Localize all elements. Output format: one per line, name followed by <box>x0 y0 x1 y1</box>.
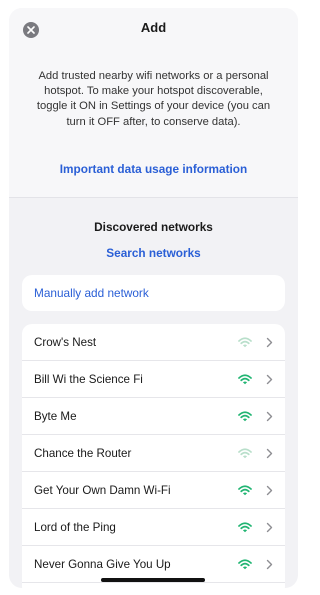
chevron-right-icon <box>266 485 273 495</box>
home-indicator <box>101 578 205 582</box>
network-row[interactable]: Get Your Own Damn Wi-Fi <box>22 472 285 509</box>
network-row[interactable]: Crow's Nest <box>22 324 285 361</box>
sheet-title: Add <box>140 20 167 35</box>
intro-panel: Add Add trusted nearby wifi networks or … <box>9 8 298 197</box>
manually-add-network-label: Manually add network <box>34 286 149 300</box>
data-usage-link[interactable]: Important data usage information <box>9 162 298 176</box>
wifi-signal-icon <box>238 484 252 495</box>
wifi-signal-icon <box>238 558 252 569</box>
intro-description: Add trusted nearby wifi networks or a pe… <box>36 70 271 128</box>
wifi-signal-icon <box>238 521 252 532</box>
wifi-signal-icon <box>238 373 252 384</box>
network-name: Get Your Own Damn Wi-Fi <box>34 483 171 497</box>
chevron-right-icon <box>266 337 273 347</box>
network-name: Never Gonna Give You Up <box>34 557 171 571</box>
network-row[interactable]: Chance the Router <box>22 435 285 472</box>
network-name: Crow's Nest <box>34 335 97 349</box>
network-list: Crow's Nest Bill Wi the Science Fi Byte Me… <box>22 324 285 588</box>
discovered-networks-heading: Discovered networks <box>94 220 213 234</box>
chevron-right-icon <box>266 374 273 384</box>
chevron-right-icon <box>266 522 273 532</box>
chevron-right-icon <box>266 559 273 569</box>
network-row[interactable]: Byte Me <box>22 398 285 435</box>
wifi-signal-icon <box>238 336 252 347</box>
chevron-right-icon <box>266 448 273 458</box>
add-network-sheet: Add Add trusted nearby wifi networks or … <box>9 8 298 588</box>
wifi-signal-icon <box>238 447 252 458</box>
search-networks-link[interactable]: Search networks <box>9 246 298 260</box>
network-name: Byte Me <box>34 409 77 423</box>
wifi-signal-icon <box>238 410 252 421</box>
manually-add-network-button[interactable]: Manually add network <box>22 275 285 311</box>
network-name: Chance the Router <box>34 446 132 460</box>
chevron-right-icon <box>266 411 273 421</box>
network-name: Lord of the Ping <box>34 520 116 534</box>
network-row[interactable]: Lord of the Ping <box>22 509 285 546</box>
divider <box>9 197 298 198</box>
network-name: Bill Wi the Science Fi <box>34 372 143 386</box>
network-row[interactable]: Bill Wi the Science Fi <box>22 361 285 398</box>
